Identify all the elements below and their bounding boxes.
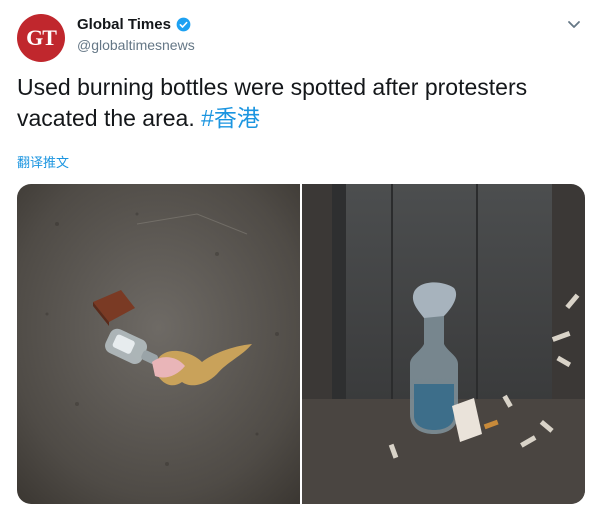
photo-pavement[interactable] — [17, 184, 300, 504]
media-grid — [17, 184, 585, 504]
author-name-row: Global Times — [77, 16, 191, 33]
chevron-down-icon[interactable] — [566, 16, 582, 32]
display-name[interactable]: Global Times — [77, 16, 171, 33]
translate-tweet-link[interactable]: 翻译推文 — [17, 152, 69, 171]
photo-pillar[interactable] — [302, 184, 585, 504]
avatar[interactable]: GT — [17, 14, 65, 62]
hashtag-link[interactable]: #香港 — [201, 105, 260, 131]
verified-badge-icon — [176, 17, 191, 32]
tweet-text: Used burning bottles were spotted after … — [17, 72, 587, 134]
handle[interactable]: @globaltimesnews — [77, 37, 195, 53]
tweet-body: Used burning bottles were spotted after … — [17, 74, 528, 131]
